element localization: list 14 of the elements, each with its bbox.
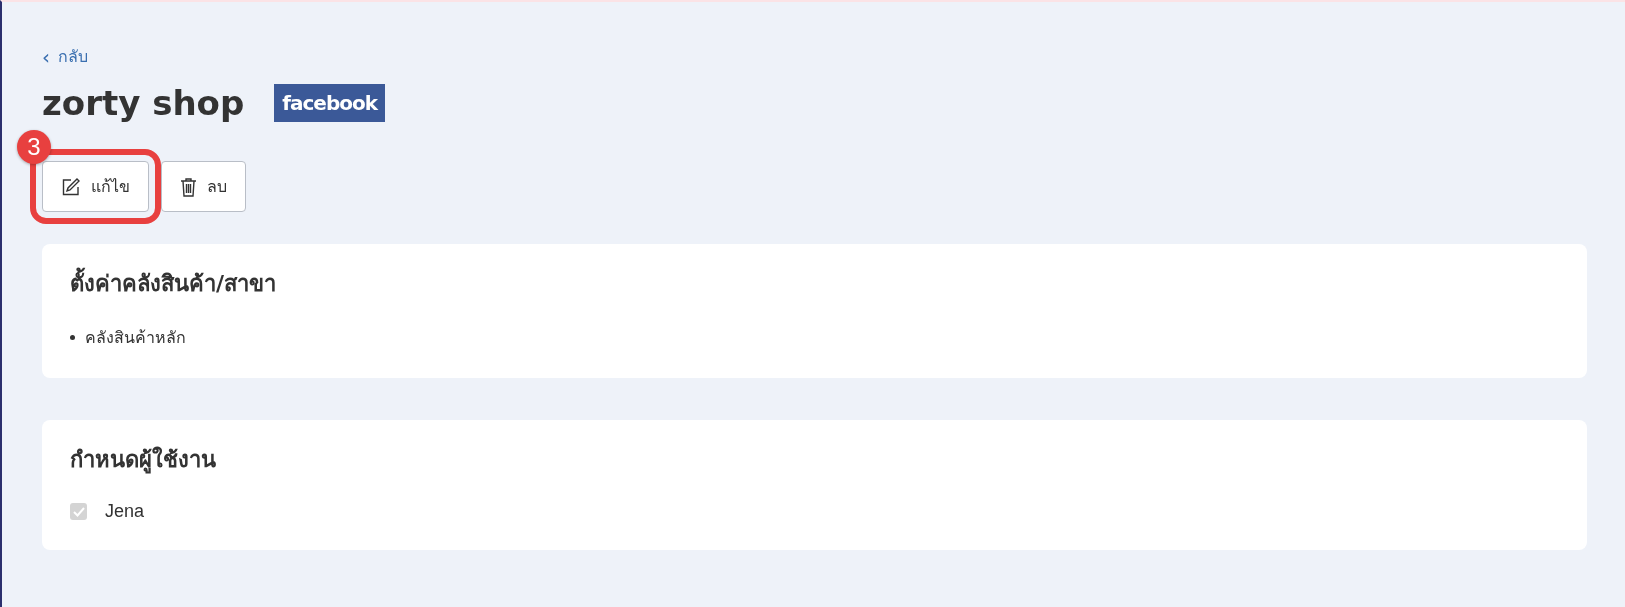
list-item: คลังสินค้าหลัก [85, 327, 186, 349]
delete-button[interactable]: ลบ [161, 161, 246, 212]
trash-icon [180, 176, 197, 197]
edit-icon [61, 176, 81, 197]
section-title: ตั้งค่าคลังสินค้า/สาขา [70, 266, 1559, 301]
platform-logo: facebook [274, 84, 386, 122]
step-badge: 3 [17, 130, 51, 164]
bullet-icon [70, 335, 75, 340]
back-icon: ‹ [42, 46, 50, 67]
shop-name: zorty shop [42, 83, 245, 123]
back-link[interactable]: ‹ กลับ [42, 44, 88, 69]
checkbox-label: Jena [105, 501, 145, 522]
back-label: กลับ [58, 46, 88, 68]
section-title: กำหนดผู้ใช้งาน [70, 445, 217, 476]
